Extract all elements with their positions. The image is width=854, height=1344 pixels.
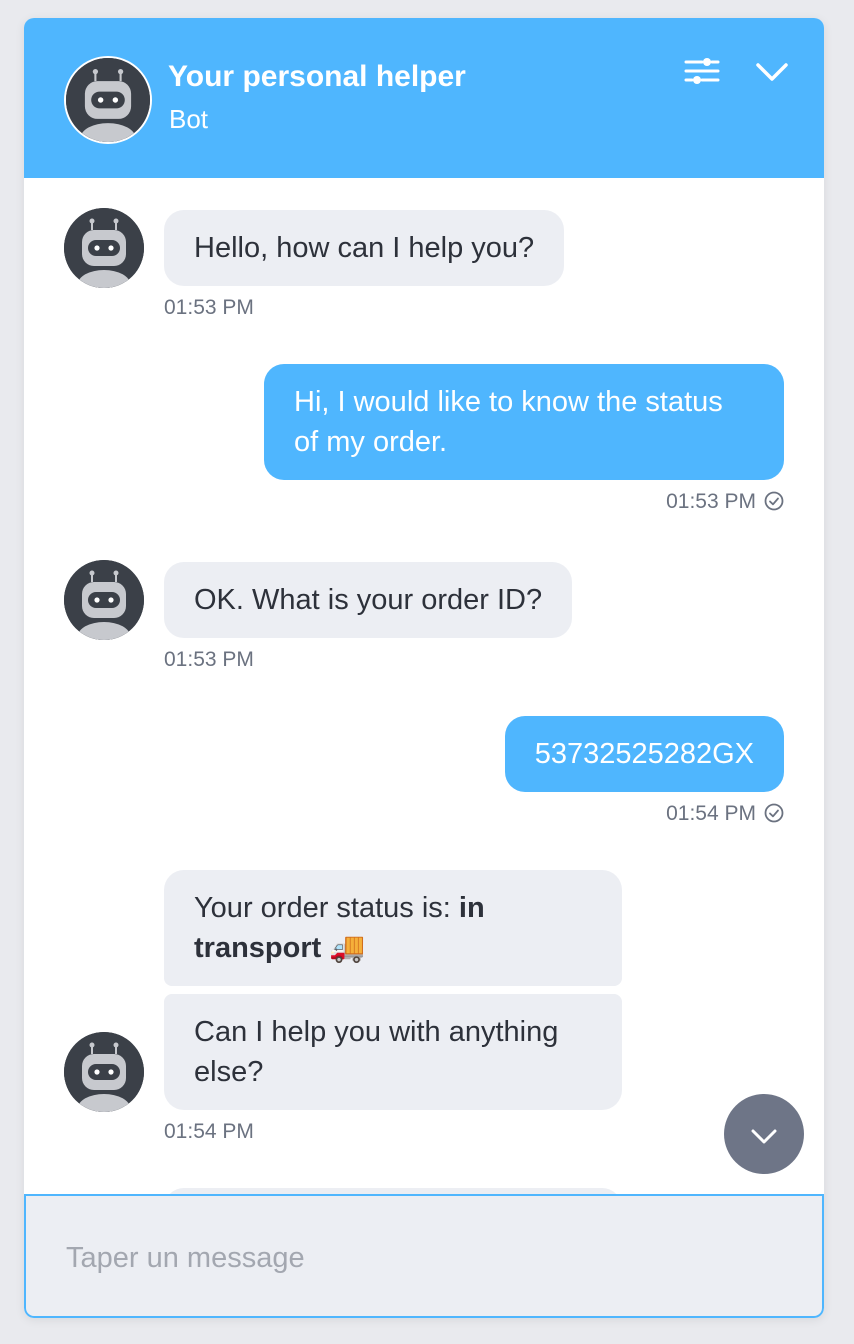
truck-icon: 🚚 [329,932,366,964]
message-timestamp: 01:53 PM [164,296,254,319]
chat-subtitle: Bot [169,104,209,134]
chat-header: Your personal helper Bot [24,18,824,178]
message-composer [24,1194,824,1318]
message-timestamp: 01:53 PM [164,648,254,671]
check-circle-icon [764,491,784,511]
check-circle-icon [764,803,784,823]
settings-button[interactable] [680,52,724,96]
chat-title: Your personal helper [168,60,466,93]
bot-avatar [64,1032,144,1112]
bot-message-bubble: OK. What is your order ID? [164,562,573,638]
collapse-button[interactable] [750,52,794,96]
chat-widget: Your personal helper Bot Hello, how can … [24,18,824,1318]
bot-avatar [64,56,152,144]
user-message-bubble: Hi, I would like to know the status of m… [264,364,784,480]
scroll-down-button[interactable] [724,1094,804,1174]
user-message-bubble: 53732525282GX [504,716,784,792]
robot-icon [64,1032,144,1112]
chevron-down-icon [751,1129,777,1144]
robot-icon [64,208,144,288]
bot-message-bubble: Your order status is: in transport 🚚 [164,870,622,986]
message-input[interactable] [64,1232,768,1284]
message-timestamp: 01:53 PM [666,488,784,516]
bot-avatar [64,560,144,640]
robot-icon [66,58,150,142]
robot-icon [64,560,144,640]
message-timestamp: 01:54 PM [666,800,784,828]
bot-message-bubble: Can I help you with anything else? [164,994,622,1110]
bot-avatar [64,208,144,288]
message-timestamp: 01:54 PM [164,1120,254,1143]
message-list[interactable]: Hello, how can I help you? 01:53 PM Hi, … [24,178,824,1194]
chevron-down-icon [756,63,788,81]
sliders-icon [684,58,720,84]
bot-message-bubble: Hello, how can I help you? [164,210,565,286]
